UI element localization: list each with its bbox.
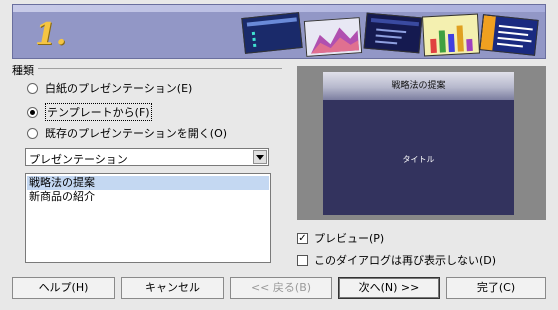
- finish-button[interactable]: 完了(C): [446, 277, 546, 299]
- slide-thumbnail-4-icon: [421, 13, 481, 57]
- slide-preview: 戦略法の提案 タイトル: [323, 72, 514, 215]
- radio-button[interactable]: [27, 82, 38, 94]
- dropdown-value: プレゼンテーション: [29, 153, 128, 166]
- radio-label: 白紙のプレゼンテーション(E): [45, 82, 193, 95]
- cancel-button[interactable]: キャンセル: [121, 277, 224, 299]
- slide-thumbnail-3-icon: [363, 12, 423, 54]
- dont-show-checkbox-label: このダイアログは再び表示しない(D): [314, 254, 497, 267]
- presentation-wizard-dialog: 1. 種類 白紙のプレゼンテーション(E) テンプレートから(F) 既存のプレゼ…: [0, 0, 558, 310]
- radio-from-template[interactable]: テンプレートから(F): [27, 103, 152, 121]
- radio-label: テンプレートから(F): [45, 103, 152, 121]
- radio-button-checked[interactable]: [27, 106, 38, 118]
- category-dropdown[interactable]: プレゼンテーション: [25, 148, 269, 166]
- slide-body-text: タイトル: [402, 155, 435, 164]
- template-listbox[interactable]: 戦略法の提案 新商品の紹介: [25, 173, 271, 263]
- slide-thumbnail-5-icon: [479, 14, 539, 56]
- slide-thumbnail-2-icon: [303, 17, 363, 57]
- dont-show-checkbox-row[interactable]: このダイアログは再び表示しない(D): [297, 252, 496, 268]
- preview-checkbox-row[interactable]: ✓ プレビュー(P): [297, 230, 384, 246]
- radio-blank-presentation[interactable]: 白紙のプレゼンテーション(E): [27, 80, 192, 96]
- next-button[interactable]: 次へ(N) >>: [338, 277, 440, 299]
- preview-checkbox[interactable]: ✓: [297, 232, 308, 244]
- group-divider: [38, 68, 282, 69]
- back-button[interactable]: << 戻る(B): [230, 277, 332, 299]
- step-number: 1.: [35, 17, 67, 52]
- radio-label: 既存のプレゼンテーションを開く(O): [45, 127, 228, 140]
- type-group-label: 種類: [12, 64, 34, 77]
- banner-stripe: [13, 5, 545, 12]
- dropdown-arrow-button[interactable]: [253, 150, 267, 164]
- wizard-banner: 1.: [12, 4, 546, 59]
- radio-button[interactable]: [27, 127, 38, 139]
- slide-title: 戦略法の提案: [323, 72, 514, 100]
- list-item[interactable]: 新商品の紹介: [27, 190, 269, 204]
- list-item[interactable]: 戦略法の提案: [27, 176, 269, 190]
- chevron-down-icon: [256, 154, 264, 160]
- dont-show-checkbox[interactable]: [297, 254, 308, 266]
- preview-checkbox-label: プレビュー(P): [314, 232, 385, 245]
- radio-open-existing[interactable]: 既存のプレゼンテーションを開く(O): [27, 125, 227, 141]
- slide-thumbnail-1-icon: [241, 12, 303, 54]
- help-button[interactable]: ヘルプ(H): [12, 277, 115, 299]
